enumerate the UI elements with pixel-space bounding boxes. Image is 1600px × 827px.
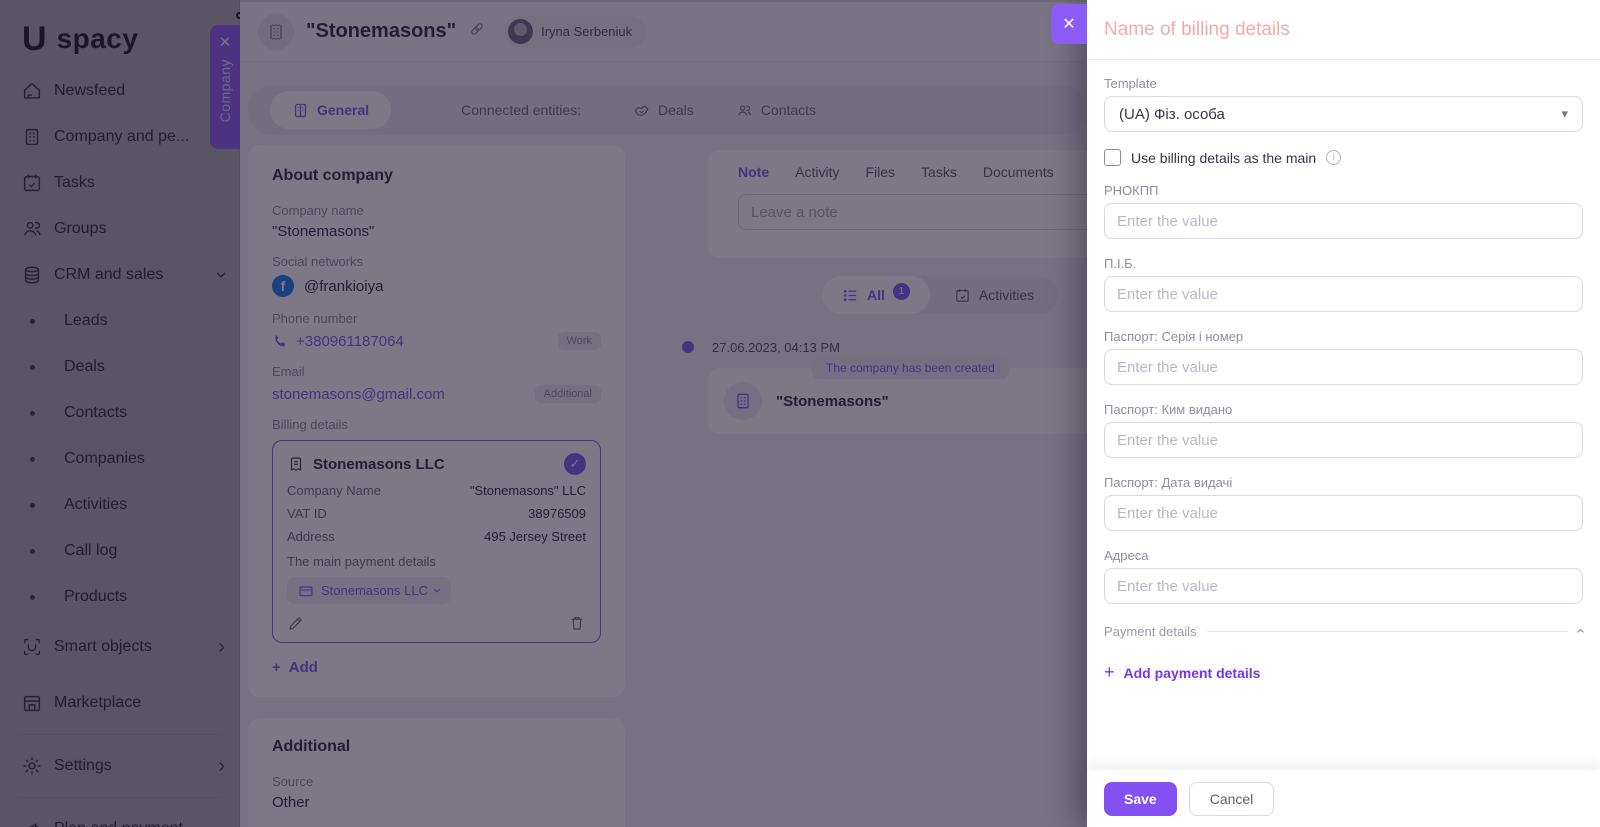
- drawer-header: [1087, 0, 1600, 60]
- field-pib: П.І.Б.: [1104, 256, 1583, 312]
- use-as-main-checkbox[interactable]: [1104, 149, 1121, 166]
- drawer-body: Template (UA) Фіз. особа ▾ Use billing d…: [1087, 60, 1600, 683]
- address-input[interactable]: [1104, 568, 1583, 604]
- modal-backdrop[interactable]: [0, 0, 1087, 827]
- close-icon: ✕: [1062, 16, 1076, 33]
- info-icon[interactable]: i: [1326, 150, 1342, 165]
- drawer-close-button[interactable]: ✕: [1051, 4, 1087, 44]
- section-divider: [1206, 630, 1568, 632]
- field-passport-issued-by: Паспорт: Ким видано: [1104, 402, 1583, 458]
- app-window: U spacy Newsfeed Company and pe... › Tas…: [0, 0, 1600, 827]
- use-as-main-label: Use billing details as the main: [1131, 149, 1317, 166]
- caret-down-icon: ▾: [1561, 106, 1568, 121]
- template-value: (UA) Фіз. особа: [1119, 105, 1225, 123]
- field-passport-issue-date: Паспорт: Дата видачі: [1104, 475, 1583, 531]
- pib-input[interactable]: [1104, 276, 1583, 312]
- use-as-main-row: Use billing details as the main i: [1104, 149, 1583, 166]
- passport-series-input[interactable]: [1104, 349, 1583, 385]
- template-label: Template: [1104, 76, 1157, 91]
- passport-issued-by-input[interactable]: [1104, 422, 1583, 458]
- save-button[interactable]: Save: [1104, 781, 1177, 816]
- billing-details-drawer: ✕ Template (UA) Фіз. особа ▾ Use billing…: [1051, 0, 1600, 827]
- payment-details-label: Payment details: [1104, 623, 1197, 639]
- plus-icon: +: [1104, 662, 1115, 682]
- chevron-up-icon[interactable]: ›: [1571, 628, 1589, 633]
- billing-name-input[interactable]: [1104, 18, 1583, 41]
- payment-details-section: Payment details ›: [1104, 622, 1588, 640]
- drawer-footer: Save Cancel: [1087, 770, 1600, 827]
- field-passport-series: Паспорт: Серія і номер: [1104, 329, 1583, 385]
- cancel-button[interactable]: Cancel: [1188, 781, 1275, 816]
- rnokpp-input[interactable]: [1104, 203, 1583, 239]
- field-address: Адреса: [1104, 548, 1583, 604]
- passport-issue-date-input[interactable]: [1104, 495, 1583, 531]
- template-select[interactable]: (UA) Фіз. особа ▾: [1104, 96, 1583, 132]
- field-rnokpp: РНОКПП: [1104, 183, 1583, 239]
- add-payment-details-button[interactable]: + Add payment details: [1104, 662, 1260, 683]
